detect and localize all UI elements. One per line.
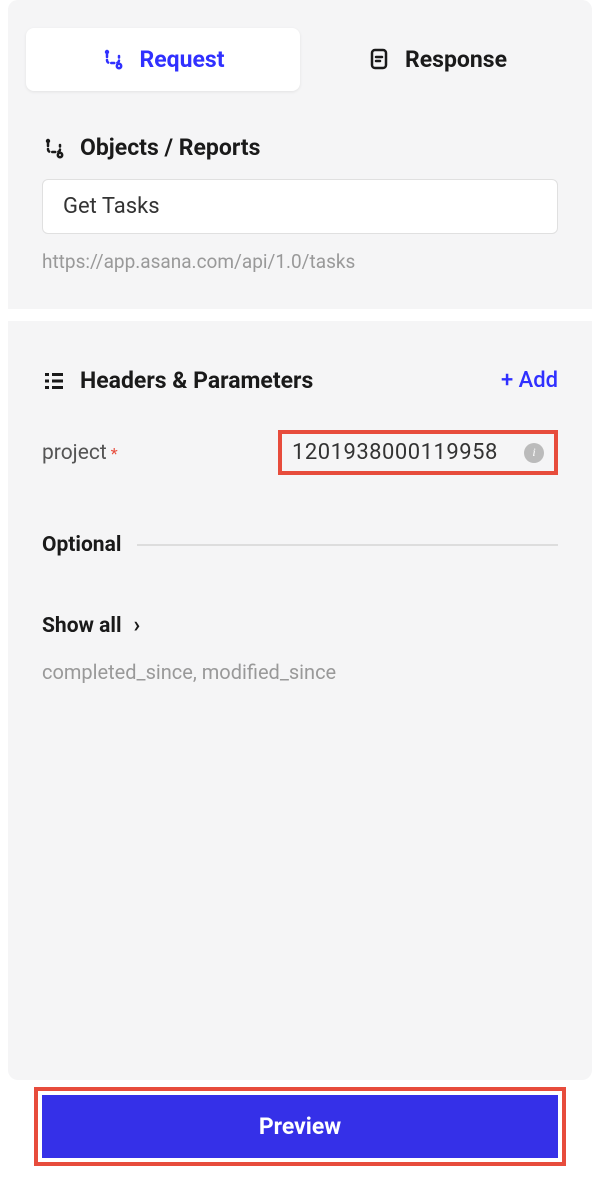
tab-request[interactable]: Request — [26, 28, 300, 91]
show-all-label: Show all — [42, 614, 122, 638]
info-icon[interactable]: i — [524, 443, 544, 463]
objects-title: Objects / Reports — [80, 134, 260, 161]
param-input-project[interactable] — [292, 440, 518, 465]
preview-container: Preview — [34, 1087, 566, 1166]
params-title: Headers & Parameters — [80, 367, 313, 394]
route-icon — [101, 47, 125, 71]
document-icon — [367, 47, 391, 71]
config-panel: Request Response Objects / Repo — [8, 0, 592, 1080]
params-header: Headers & Parameters + Add — [42, 367, 558, 394]
list-icon — [42, 369, 66, 393]
param-label-project: project * — [42, 441, 118, 465]
params-section: Headers & Parameters + Add project * i O… — [42, 321, 558, 684]
required-indicator: * — [111, 444, 118, 463]
optional-label: Optional — [42, 533, 121, 557]
add-param-button[interactable]: + Add — [501, 368, 558, 393]
objects-header: Objects / Reports — [42, 134, 558, 161]
optional-params-list: completed_since, modified_since — [42, 660, 558, 684]
tab-response[interactable]: Response — [300, 28, 574, 91]
divider — [8, 309, 592, 321]
optional-line — [137, 544, 558, 546]
show-all-toggle[interactable]: Show all › — [42, 613, 558, 638]
param-input-highlight: i — [278, 430, 558, 475]
tab-bar: Request Response — [8, 0, 592, 100]
tab-response-label: Response — [405, 46, 507, 73]
route-icon — [42, 136, 66, 160]
tab-request-label: Request — [139, 46, 224, 73]
endpoint-url: https://app.asana.com/api/1.0/tasks — [42, 250, 558, 273]
param-row-project: project * i — [42, 430, 558, 475]
preview-button[interactable]: Preview — [42, 1095, 558, 1158]
preview-highlight: Preview — [34, 1087, 566, 1166]
objects-input[interactable] — [42, 179, 558, 234]
chevron-right-icon: › — [134, 613, 141, 638]
content-area: Objects / Reports https://app.asana.com/… — [8, 100, 592, 684]
optional-divider: Optional — [42, 533, 558, 557]
param-label-text: project — [42, 441, 107, 465]
